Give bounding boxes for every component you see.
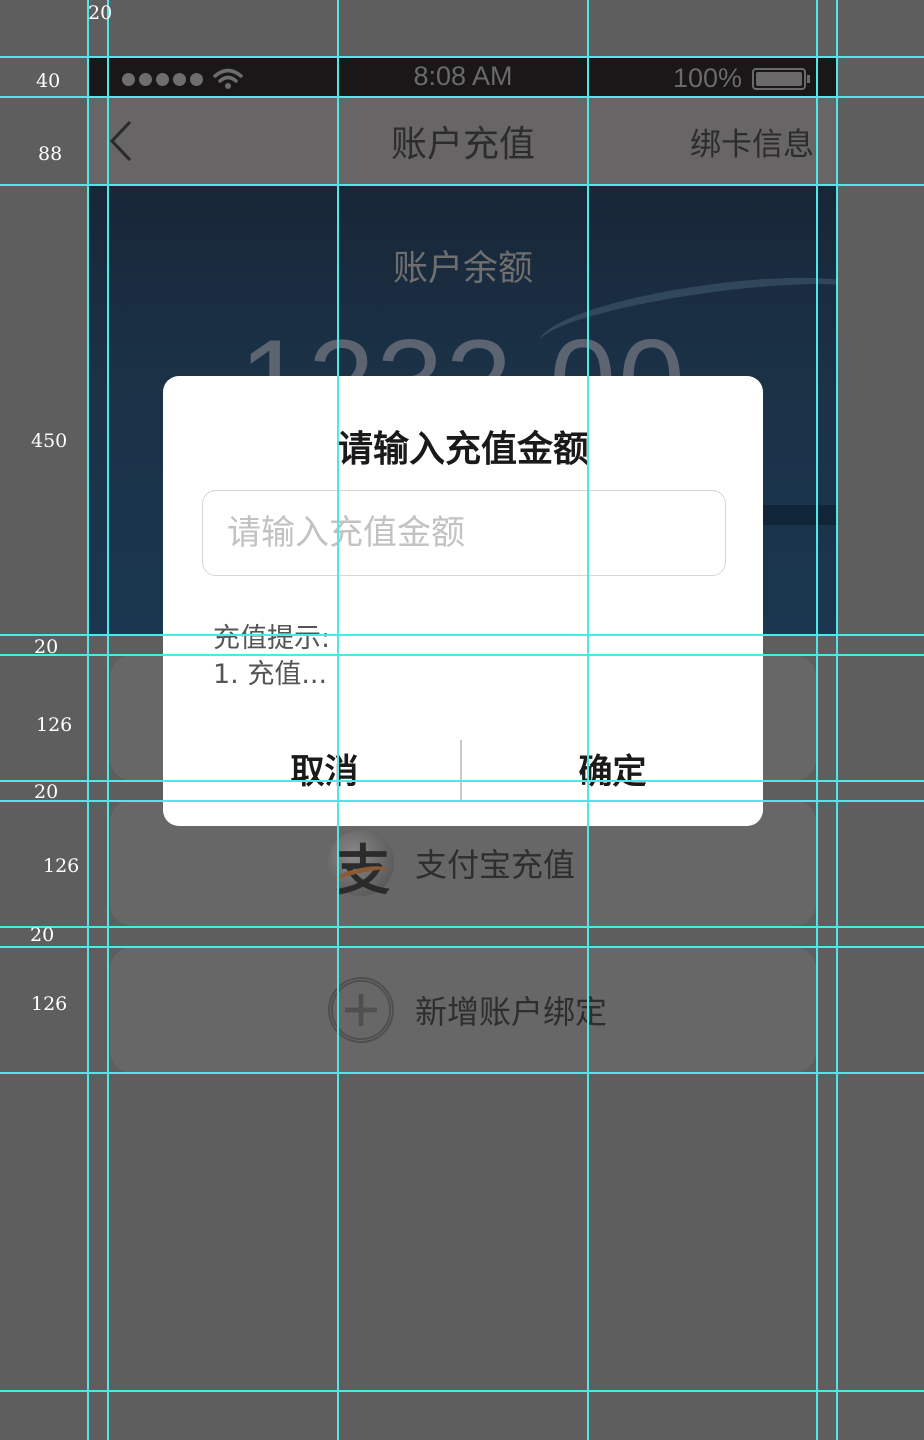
guide-line — [836, 0, 838, 1440]
confirm-button[interactable]: 确定 — [463, 742, 762, 802]
guide-line — [0, 1390, 924, 1392]
guide-line — [107, 0, 109, 1440]
guide-line — [0, 780, 924, 782]
measure-label: 40 — [36, 70, 61, 92]
alipay-recharge-label: 支付宝充值 — [415, 846, 576, 884]
guide-line — [0, 1072, 924, 1074]
card-info-link[interactable]: 绑卡信息 — [690, 119, 814, 164]
battery-status: 100% — [673, 63, 810, 94]
guide-line — [87, 0, 89, 1440]
guide-line — [0, 654, 924, 656]
guide-line — [0, 96, 924, 98]
add-account-card[interactable]: 新增账户绑定 — [110, 947, 816, 1073]
measure-label: 20 — [34, 636, 59, 658]
guide-line — [0, 56, 924, 58]
measure-label: 20 — [88, 2, 113, 24]
guide-line — [337, 0, 339, 1440]
dialog-title: 请输入充值金额 — [336, 429, 589, 470]
status-bar: 8:08 AM 100% — [88, 57, 838, 97]
measure-label: 126 — [36, 714, 73, 736]
guide-line — [0, 800, 924, 802]
guide-line — [816, 0, 818, 1440]
tip-text: 1. 充值... — [213, 659, 328, 690]
guide-line — [0, 634, 924, 636]
balance-label: 账户余额 — [392, 249, 533, 289]
recharge-dialog: 请输入充值金额 充值提示: 1. 充值... 取消 确定 — [163, 376, 763, 826]
nav-bar: 账户充值 绑卡信息 — [88, 97, 838, 185]
guide-line — [587, 0, 589, 1440]
guide-line — [0, 946, 924, 948]
amount-input[interactable] — [202, 490, 726, 576]
guide-line — [0, 184, 924, 186]
battery-icon — [752, 67, 806, 90]
measure-label: 20 — [34, 781, 59, 803]
measure-label: 88 — [38, 143, 63, 165]
button-divider — [460, 740, 462, 800]
measure-label: 126 — [43, 855, 80, 877]
guide-line — [0, 926, 924, 928]
add-account-label: 新增账户绑定 — [415, 993, 608, 1031]
battery-tip — [807, 74, 810, 83]
measure-label: 450 — [31, 430, 68, 452]
measure-label: 20 — [30, 924, 55, 946]
cancel-button[interactable]: 取消 — [175, 742, 474, 802]
battery-percent: 100% — [672, 63, 742, 93]
measure-label: 126 — [31, 993, 68, 1015]
